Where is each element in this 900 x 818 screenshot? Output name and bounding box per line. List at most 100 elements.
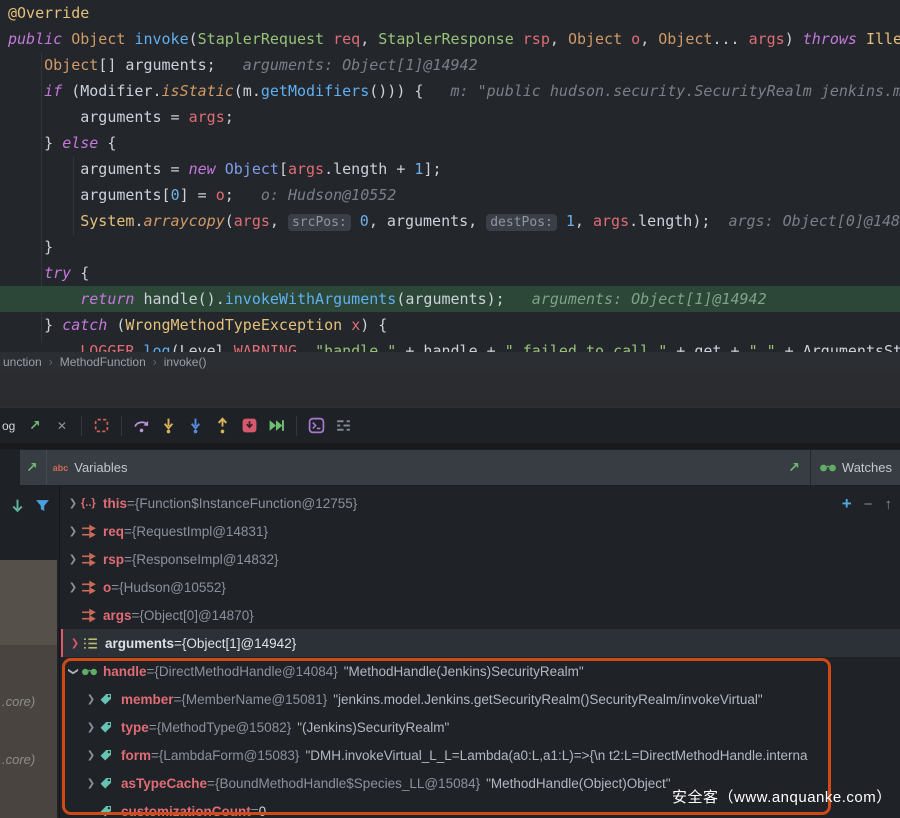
variable-value: {DirectMethodHandle@14084} xyxy=(154,664,337,679)
code-line[interactable]: public Object invoke(StaplerRequest req,… xyxy=(8,26,900,52)
code-line[interactable]: try { xyxy=(8,260,900,286)
step-out-icon[interactable] xyxy=(214,417,232,435)
code-line[interactable]: } xyxy=(8,234,900,260)
evaluate-expression-icon[interactable] xyxy=(308,417,326,435)
chevron-right-icon[interactable]: ❯ xyxy=(83,750,99,761)
code-token: ]; xyxy=(423,160,441,178)
add-watch-icon[interactable]: + xyxy=(842,494,852,514)
execution-point-line[interactable]: return handle().invokeWithArguments(argu… xyxy=(0,286,900,312)
variable-value: {BoundMethodHandle$Species_LL@15084} xyxy=(215,776,480,791)
breadcrumb[interactable]: unction›MethodFunction›invoke() xyxy=(0,352,900,371)
variable-row-this[interactable]: ❯{..}this = {Function$InstanceFunction@1… xyxy=(61,489,900,517)
chevron-right-icon[interactable]: ❯ xyxy=(65,498,81,509)
breadcrumb-item[interactable]: MethodFunction xyxy=(60,355,146,369)
debug-toolbar: og ↗ ✕ xyxy=(0,407,900,443)
chevron-down-icon[interactable]: ❯ xyxy=(68,663,79,679)
debug-panel-header: ↗ abc Variables ↗ Watches xyxy=(0,449,900,486)
jump-to-source-icon[interactable]: ↗ xyxy=(788,459,800,476)
variable-row-arguments[interactable]: ❯arguments = {Object[1]@14942} xyxy=(61,629,900,657)
jump-to-source-icon[interactable]: ↗ xyxy=(26,459,38,476)
code-line[interactable]: if (Modifier.isStatic(m.getModifiers()))… xyxy=(8,78,900,104)
console-log-tab[interactable]: og xyxy=(2,419,15,433)
remove-watch-icon[interactable]: − xyxy=(864,496,873,513)
chevron-right-icon[interactable]: ❯ xyxy=(83,722,99,733)
code-token xyxy=(514,30,523,48)
layout-settings-icon[interactable] xyxy=(335,417,353,435)
equals-sign: = xyxy=(174,636,182,651)
code-token xyxy=(8,56,44,74)
close-icon[interactable]: ✕ xyxy=(53,417,71,435)
code-line[interactable]: } catch (WrongMethodTypeException x) { xyxy=(8,312,900,338)
chevron-right-icon[interactable]: ❯ xyxy=(67,638,83,649)
code-editor[interactable]: @Overridepublic Object invoke(StaplerReq… xyxy=(0,0,900,352)
equals-sign: = xyxy=(124,552,132,567)
stack-frame-label[interactable]: .core) xyxy=(2,694,35,709)
variable-row-form[interactable]: ❯form = {LambdaForm@15083}"DMH.invokeVir… xyxy=(61,741,849,769)
divider xyxy=(46,450,47,485)
chevron-right-icon[interactable]: ❯ xyxy=(65,526,81,537)
code-line[interactable]: arguments[0] = o; o: Hudson@10552 xyxy=(8,182,900,208)
step-into-icon[interactable] xyxy=(160,417,178,435)
variables-tree[interactable]: ❯{..}this = {Function$InstanceFunction@1… xyxy=(61,486,900,818)
code-token xyxy=(857,30,866,48)
code-line[interactable]: arguments = new Object[args.length + 1]; xyxy=(8,156,900,182)
variable-row-req[interactable]: ❯req = {RequestImpl@14831} xyxy=(61,517,900,545)
stack-frame-label[interactable]: .core) xyxy=(2,752,35,767)
code-token: (Level. xyxy=(171,342,234,352)
equals-sign: = xyxy=(151,748,159,763)
frames-panel-edge[interactable] xyxy=(0,560,57,645)
sort-descending-icon[interactable] xyxy=(8,496,26,514)
code-token: ] = xyxy=(180,186,216,204)
inline-debug-hint: args: Object[0]@14870 xyxy=(710,212,900,230)
jump-to-source-icon[interactable]: ↗ xyxy=(26,417,44,435)
show-execution-point-icon[interactable] xyxy=(93,417,111,435)
code-token xyxy=(8,264,44,282)
run-to-cursor-icon[interactable] xyxy=(268,417,286,435)
code-line[interactable]: @Override xyxy=(8,0,900,26)
force-step-into-icon[interactable] xyxy=(187,417,205,435)
variable-row-member[interactable]: ❯member = {MemberName@15081}"jenkins.mod… xyxy=(61,685,900,713)
abc-type-icon: abc xyxy=(53,463,69,473)
chevron-right-icon[interactable]: ❯ xyxy=(83,778,99,789)
code-token: args xyxy=(749,30,785,48)
code-line[interactable]: LOGGER.log(Level.WARNING, "handle " + ha… xyxy=(8,338,900,352)
code-line[interactable]: System.arraycopy(args, srcPos: 0, argume… xyxy=(8,208,900,234)
variable-row-rsp[interactable]: ❯rsp = {ResponseImpl@14832} xyxy=(61,545,900,573)
frames-panel-edge[interactable] xyxy=(0,645,57,818)
move-watch-up-icon[interactable]: ↑ xyxy=(885,496,893,513)
code-line[interactable]: Object[] arguments; arguments: Object[1]… xyxy=(8,52,900,78)
chevron-right-icon[interactable]: ❯ xyxy=(65,582,81,593)
variable-row-o[interactable]: ❯o = {Hudson@10552} xyxy=(61,573,900,601)
breadcrumb-item[interactable]: unction xyxy=(3,355,42,369)
chevron-right-icon[interactable]: ❯ xyxy=(65,554,81,565)
tab-watches[interactable]: Watches xyxy=(811,450,900,485)
code-token: StaplerResponse xyxy=(378,30,513,48)
drop-frame-icon[interactable] xyxy=(241,417,259,435)
code-token: Object xyxy=(225,160,279,178)
code-token: ... xyxy=(712,30,748,48)
variable-row-type[interactable]: ❯type = {MethodType@15082}"(Jenkins)Secu… xyxy=(61,713,900,741)
variable-row-args[interactable]: args = {Object[0]@14870} xyxy=(61,601,900,629)
code-line[interactable]: arguments = args; xyxy=(8,104,900,130)
variable-row-handle[interactable]: ❯handle = {DirectMethodHandle@14084}"Met… xyxy=(61,657,900,685)
code-token: throws xyxy=(803,30,857,48)
equals-sign: = xyxy=(147,664,155,679)
equals-sign: = xyxy=(132,608,140,623)
code-token: req xyxy=(333,30,360,48)
tab-variables[interactable]: Variables xyxy=(74,460,127,475)
code-token: .length); xyxy=(629,212,710,230)
code-token: , arguments, xyxy=(369,212,486,230)
code-token: public xyxy=(8,30,62,48)
step-over-icon[interactable] xyxy=(133,417,151,435)
code-line[interactable]: } else { xyxy=(8,130,900,156)
breadcrumb-item[interactable]: invoke() xyxy=(164,355,207,369)
filter-icon[interactable] xyxy=(33,496,51,514)
chevron-right-icon[interactable]: ❯ xyxy=(83,694,99,705)
code-token: args xyxy=(288,160,324,178)
equals-sign: = xyxy=(124,524,132,539)
code-token xyxy=(216,160,225,178)
variable-string-value: "jenkins.model.Jenkins.getSecurityRealm(… xyxy=(333,692,763,707)
code-token: rsp xyxy=(523,30,550,48)
code-token: } xyxy=(8,134,62,152)
code-area[interactable]: @Overridepublic Object invoke(StaplerReq… xyxy=(0,0,900,352)
